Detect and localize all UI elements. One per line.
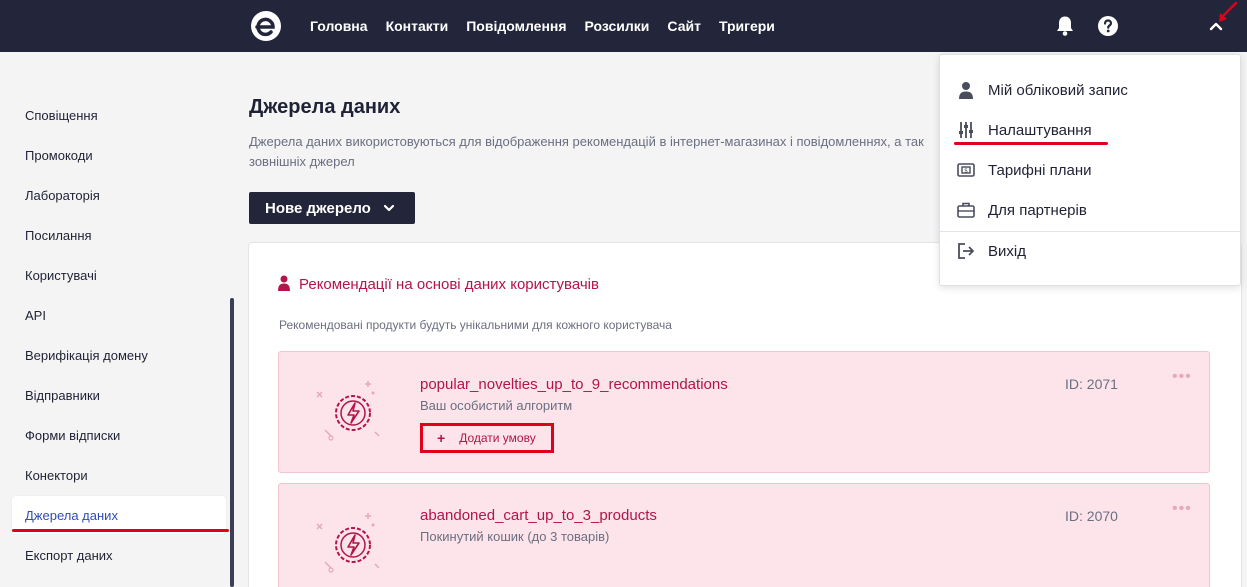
- user-icon: [278, 275, 290, 291]
- card-id: ID: 2070: [1065, 508, 1118, 524]
- card-subtitle: Покинутий кошик (до 3 товарів): [420, 529, 610, 544]
- sidebar-item-connectors[interactable]: Конектори: [25, 468, 88, 483]
- svg-text:$: $: [964, 168, 968, 175]
- page-description: Джерела даних використовуються для відоб…: [249, 134, 924, 169]
- chevron-down-icon: [383, 204, 394, 212]
- sidebar-item-data-export[interactable]: Експорт даних: [25, 548, 113, 563]
- sidebar-scrollbar[interactable]: [230, 298, 234, 587]
- menu-item-label: Вихід: [988, 243, 1026, 260]
- highlight-underline: [12, 529, 229, 532]
- bell-icon[interactable]: [1055, 15, 1075, 37]
- red-arrow-annotation-icon: [1219, 2, 1238, 22]
- nav-site[interactable]: Сайт: [667, 18, 701, 34]
- sidebar-item-notifications[interactable]: Сповіщення: [25, 108, 98, 123]
- help-icon[interactable]: [1098, 16, 1118, 36]
- nav-mailings[interactable]: Розсилки: [585, 18, 650, 34]
- data-source-card[interactable]: abandoned_cart_up_to_3_products Покинути…: [278, 483, 1210, 587]
- briefcase-icon: [957, 202, 975, 218]
- more-options-icon[interactable]: •••: [1172, 368, 1192, 386]
- logo-icon[interactable]: [250, 10, 282, 42]
- account-dropdown: Мій обліковий запис Налаштування $ Тариф…: [939, 54, 1242, 286]
- pricing-icon: $: [957, 163, 975, 177]
- plus-icon: +: [437, 430, 446, 446]
- sidebar-item-promocodes[interactable]: Промокоди: [25, 148, 93, 163]
- main-nav: Головна Контакти Повідомлення Розсилки С…: [310, 0, 793, 52]
- section-description: Рекомендовані продукти будуть унікальним…: [279, 318, 672, 332]
- card-title[interactable]: popular_novelties_up_to_9_recommendation…: [420, 376, 728, 393]
- page-title: Джерела даних: [249, 96, 401, 118]
- sidebar-item-label: Джерела даних: [25, 508, 118, 523]
- top-navbar: Головна Контакти Повідомлення Розсилки С…: [0, 0, 1247, 52]
- menu-item-logout[interactable]: Вихід: [940, 232, 1242, 272]
- nav-triggers[interactable]: Тригери: [719, 18, 775, 34]
- user-icon: [959, 82, 973, 99]
- menu-item-label: Для партнерів: [988, 202, 1087, 219]
- add-condition-button[interactable]: + Додати умову: [420, 423, 554, 453]
- sidebar-item-links[interactable]: Посилання: [25, 228, 92, 243]
- card-title[interactable]: abandoned_cart_up_to_3_products: [420, 507, 657, 524]
- more-options-icon[interactable]: •••: [1172, 500, 1192, 518]
- sidebar-item-senders[interactable]: Відправники: [25, 388, 100, 403]
- algorithm-icon: [316, 381, 380, 441]
- highlight-underline: [954, 142, 1108, 145]
- nav-contacts[interactable]: Контакти: [386, 18, 449, 34]
- add-condition-label: Додати умову: [459, 431, 536, 445]
- sidebar: Сповіщення Промокоди Лабораторія Посилан…: [0, 52, 236, 587]
- menu-item-partners[interactable]: Для партнерів: [940, 191, 1242, 231]
- new-source-label: Нове джерело: [265, 199, 371, 217]
- sliders-icon: [959, 122, 973, 138]
- menu-item-my-account[interactable]: Мій обліковий запис: [940, 71, 1242, 111]
- sidebar-item-api[interactable]: API: [25, 308, 46, 323]
- sidebar-item-laboratory[interactable]: Лабораторія: [25, 188, 100, 203]
- new-source-button[interactable]: Нове джерело: [249, 192, 415, 224]
- menu-item-label: Тарифні плани: [988, 162, 1092, 179]
- menu-item-settings[interactable]: Налаштування: [940, 111, 1242, 151]
- menu-item-plans[interactable]: $ Тарифні плани: [940, 151, 1242, 191]
- nav-messages[interactable]: Повідомлення: [466, 18, 566, 34]
- sidebar-item-unsubscribe-forms[interactable]: Форми відписки: [25, 428, 120, 443]
- card-subtitle: Ваш особистий алгоритм: [420, 398, 573, 413]
- card-id: ID: 2071: [1065, 376, 1118, 392]
- sidebar-item-users[interactable]: Користувачі: [25, 268, 97, 283]
- menu-item-label: Налаштування: [988, 122, 1092, 139]
- algorithm-icon: [316, 513, 380, 573]
- sidebar-item-domain-verification[interactable]: Верифікація домену: [25, 348, 148, 363]
- data-source-card[interactable]: popular_novelties_up_to_9_recommendation…: [278, 351, 1210, 473]
- logout-icon: [958, 243, 974, 259]
- section-title: Рекомендації на основі даних користувачі…: [299, 276, 599, 293]
- menu-item-label: Мій обліковий запис: [988, 82, 1128, 99]
- nav-home[interactable]: Головна: [310, 18, 368, 34]
